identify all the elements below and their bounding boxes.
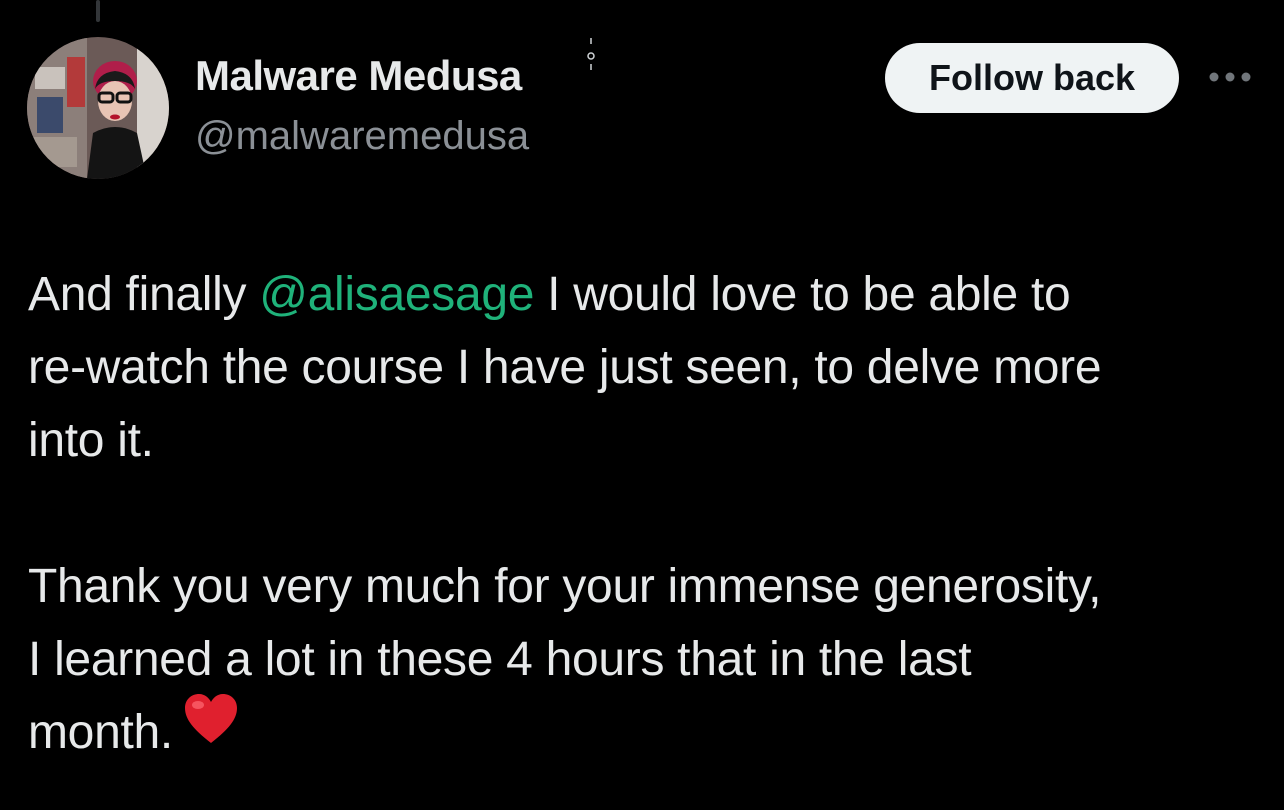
tweet-text-segment: And finally (28, 268, 260, 321)
author-display-name[interactable]: Malware Medusa (195, 52, 522, 100)
tweet-line: month. (28, 693, 1268, 772)
tweet-line: Thank you very much for your immense gen… (28, 560, 1102, 613)
tweet-line: re-watch the course I have just seen, to… (28, 341, 1102, 394)
paragraph-break (28, 477, 1268, 550)
tweet-line: I learned a lot in these 4 hours that in… (28, 633, 972, 686)
avatar[interactable] (27, 37, 169, 179)
tweet-line: And finally @alisaesage I would love to … (28, 258, 1268, 331)
tweet-body: And finally @alisaesage I would love to … (28, 258, 1268, 772)
mention-link[interactable]: @alisaesage (259, 268, 534, 321)
tweet-line: into it. (28, 414, 154, 467)
thread-connector-line (96, 0, 100, 22)
tweet-text-segment: I would love to be able to (534, 268, 1071, 321)
follow-back-button[interactable]: Follow back (885, 43, 1179, 113)
avatar-image (27, 37, 169, 179)
more-options-button[interactable] (1205, 60, 1255, 94)
tweet-text-segment: month. (28, 706, 173, 759)
heart-emoji-icon (183, 693, 239, 766)
affiliation-badge-icon (587, 38, 595, 70)
author-handle[interactable]: @malwaremedusa (195, 114, 529, 159)
more-horizontal-icon (1209, 72, 1251, 82)
